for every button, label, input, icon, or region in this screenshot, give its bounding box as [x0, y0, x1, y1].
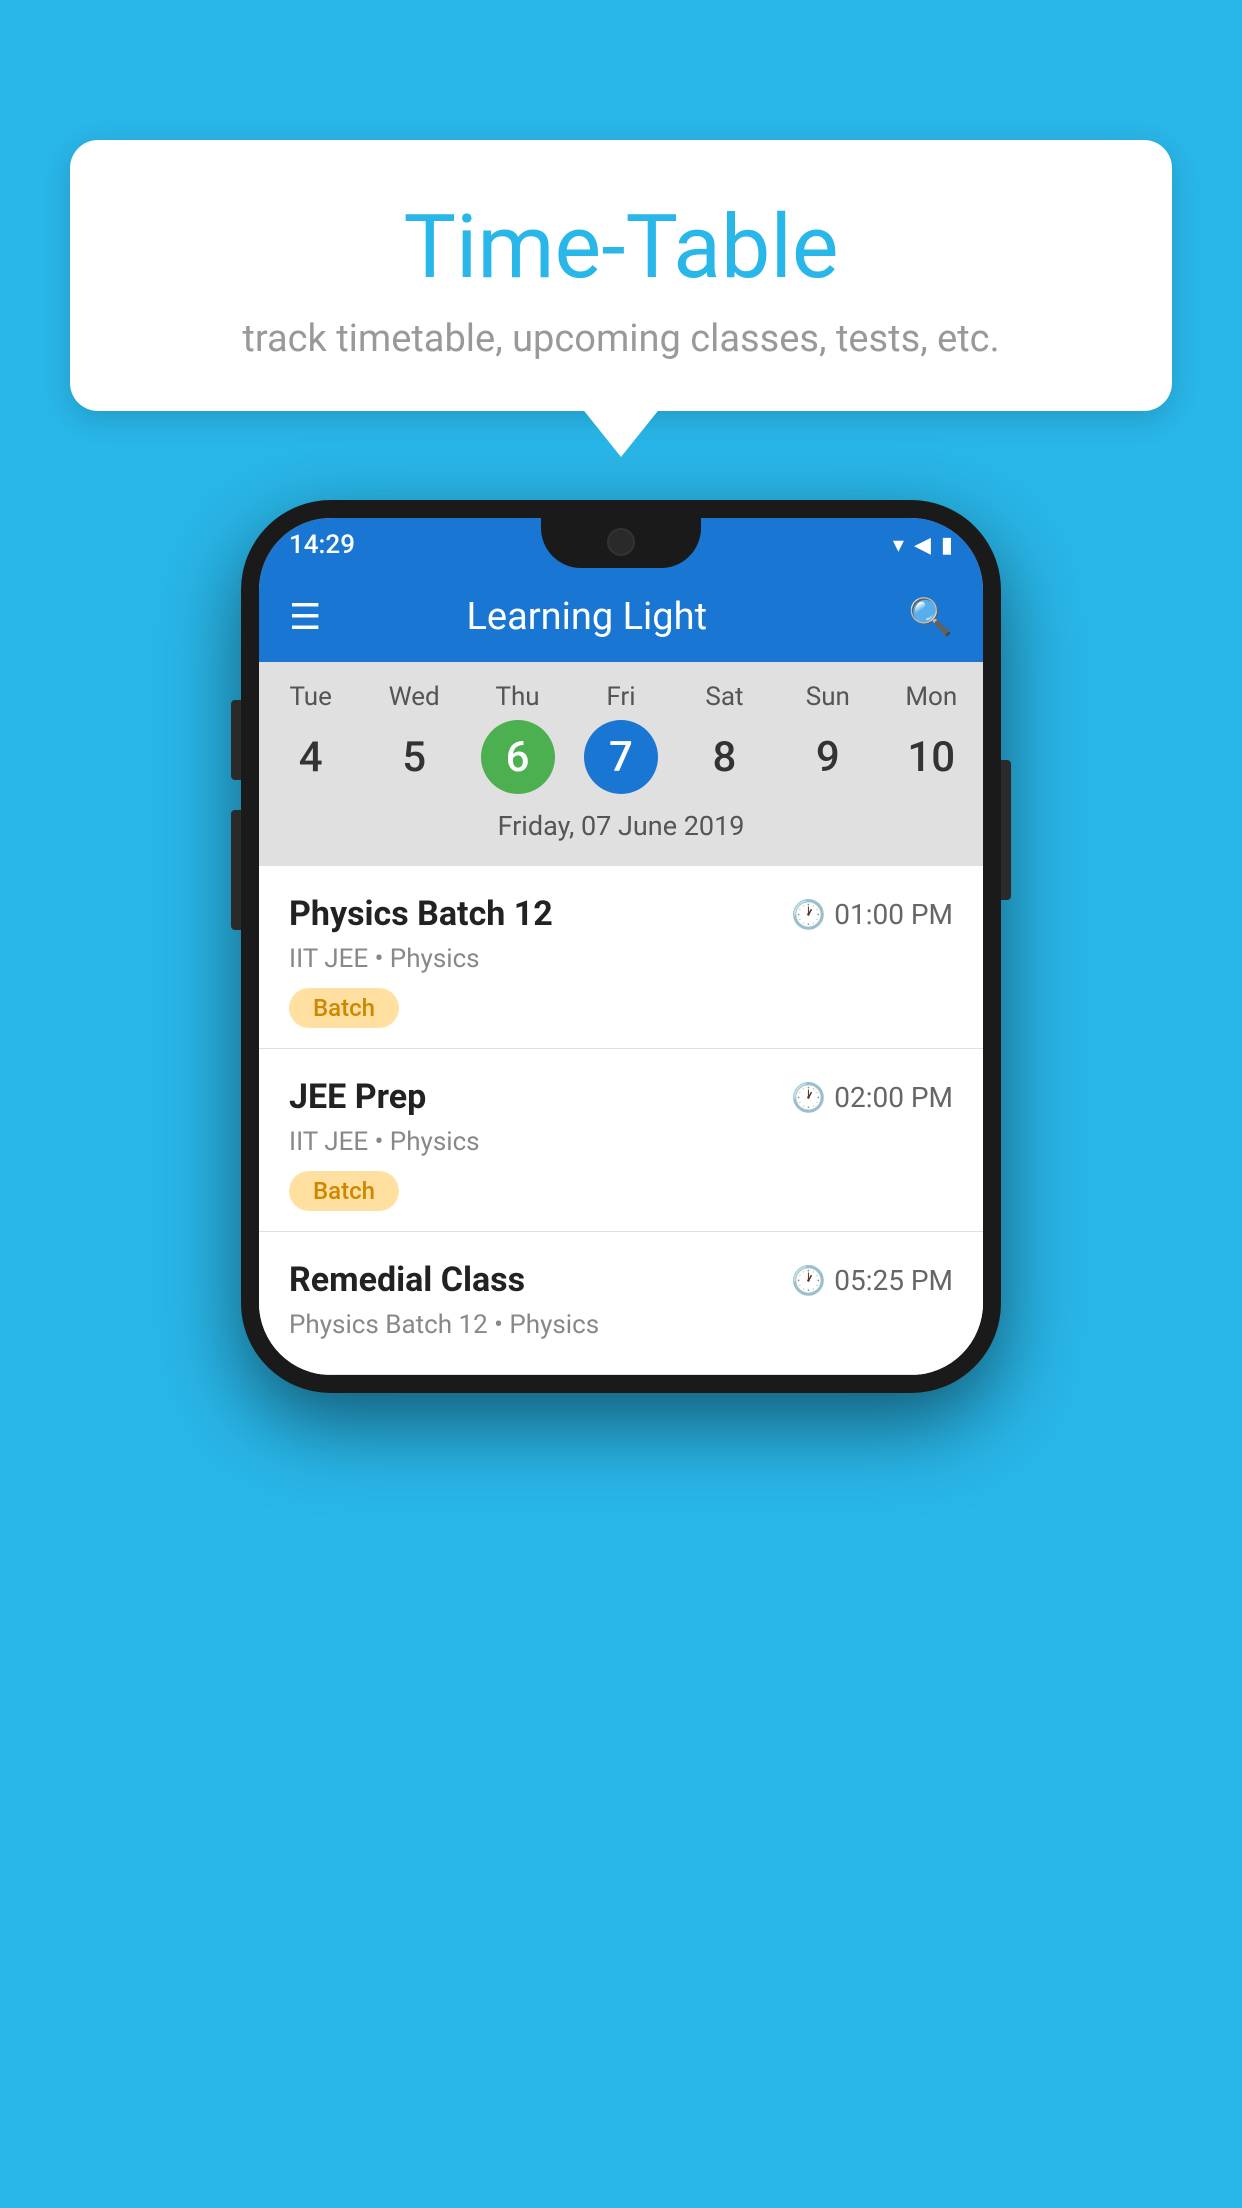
day-10[interactable]: 10 — [880, 720, 983, 794]
batch-badge-2: Batch — [289, 1171, 399, 1211]
schedule-item-1-subtitle: IIT JEE • Physics — [289, 944, 953, 974]
phone-button-right — [1001, 760, 1011, 900]
schedule-item-1-title: Physics Batch 12 — [289, 894, 553, 934]
bubble-subtitle: track timetable, upcoming classes, tests… — [130, 317, 1112, 361]
schedule-item-1-time: 🕐 01:00 PM — [791, 898, 953, 931]
clock-icon-2: 🕐 — [791, 1081, 826, 1114]
phone-camera — [607, 528, 635, 556]
schedule-item-3-header: Remedial Class 🕐 05:25 PM — [289, 1260, 953, 1300]
schedule-item-1-header: Physics Batch 12 🕐 01:00 PM — [289, 894, 953, 934]
day-6-today[interactable]: 6 — [481, 720, 555, 794]
schedule-item-3-subtitle: Physics Batch 12 • Physics — [289, 1310, 953, 1340]
speech-bubble: Time-Table track timetable, upcoming cla… — [70, 140, 1172, 411]
schedule-item-2-subtitle: IIT JEE • Physics — [289, 1127, 953, 1157]
battery-icon: ▮ — [941, 533, 953, 558]
schedule-item-3[interactable]: Remedial Class 🕐 05:25 PM Physics Batch … — [259, 1232, 983, 1375]
clock-icon-3: 🕐 — [791, 1264, 826, 1297]
day-numbers: 4 5 6 7 8 9 10 — [259, 720, 983, 794]
day-headers: Tue Wed Thu Fri Sat Sun Mon — [259, 682, 983, 712]
status-icons: ▾ ◀ ▮ — [893, 533, 953, 558]
schedule-item-3-title: Remedial Class — [289, 1260, 525, 1300]
phone-button-left1 — [231, 700, 241, 780]
phone-mockup: 14:29 ▾ ◀ ▮ ☰ Learning Light 🔍 Tue Wed T… — [241, 500, 1001, 1393]
bubble-title: Time-Table — [130, 200, 1112, 297]
status-time: 14:29 — [289, 530, 355, 560]
schedule-item-2-time: 🕐 02:00 PM — [791, 1081, 953, 1114]
clock-icon-1: 🕐 — [791, 898, 826, 931]
search-icon[interactable]: 🔍 — [908, 596, 953, 638]
day-8[interactable]: 8 — [673, 720, 776, 794]
phone-notch — [541, 518, 701, 568]
batch-badge-1: Batch — [289, 988, 399, 1028]
schedule-item-2[interactable]: JEE Prep 🕐 02:00 PM IIT JEE • Physics Ba… — [259, 1049, 983, 1232]
day-4[interactable]: 4 — [259, 720, 362, 794]
date-label: Friday, 07 June 2019 — [259, 802, 983, 856]
schedule-item-1[interactable]: Physics Batch 12 🕐 01:00 PM IIT JEE • Ph… — [259, 866, 983, 1049]
hamburger-icon[interactable]: ☰ — [289, 596, 321, 638]
phone-outer: 14:29 ▾ ◀ ▮ ☰ Learning Light 🔍 Tue Wed T… — [241, 500, 1001, 1393]
day-header-fri: Fri — [569, 682, 672, 712]
app-bar-title: Learning Light — [341, 595, 832, 639]
schedule-list: Physics Batch 12 🕐 01:00 PM IIT JEE • Ph… — [259, 866, 983, 1375]
day-7-selected[interactable]: 7 — [584, 720, 658, 794]
app-bar: ☰ Learning Light 🔍 — [259, 572, 983, 662]
day-5[interactable]: 5 — [362, 720, 465, 794]
day-header-wed: Wed — [362, 682, 465, 712]
schedule-item-2-title: JEE Prep — [289, 1077, 426, 1117]
day-header-sat: Sat — [673, 682, 776, 712]
day-header-mon: Mon — [880, 682, 983, 712]
signal-icon: ◀ — [914, 533, 931, 558]
calendar-strip: Tue Wed Thu Fri Sat Sun Mon 4 5 6 7 8 9 … — [259, 662, 983, 866]
wifi-icon: ▾ — [893, 533, 904, 558]
day-9[interactable]: 9 — [776, 720, 879, 794]
day-header-tue: Tue — [259, 682, 362, 712]
phone-screen: 14:29 ▾ ◀ ▮ ☰ Learning Light 🔍 Tue Wed T… — [259, 518, 983, 1375]
schedule-item-3-time: 🕐 05:25 PM — [791, 1264, 953, 1297]
day-header-sun: Sun — [776, 682, 879, 712]
day-header-thu: Thu — [466, 682, 569, 712]
schedule-item-2-header: JEE Prep 🕐 02:00 PM — [289, 1077, 953, 1117]
phone-button-left2 — [231, 810, 241, 930]
